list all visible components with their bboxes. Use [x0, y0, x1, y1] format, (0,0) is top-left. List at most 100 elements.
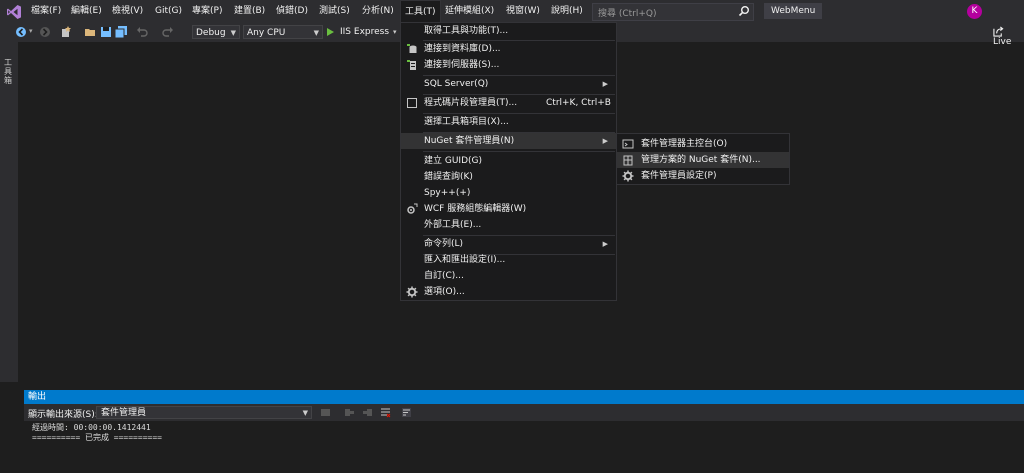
menu-item-error-lookup[interactable]: 錯誤查詢(K)	[401, 169, 616, 185]
live-share-button[interactable]: Live	[993, 26, 1024, 47]
menu-item-label: Spy++(+)	[424, 188, 471, 198]
live-share-icon	[993, 26, 1004, 37]
play-icon	[327, 27, 334, 36]
menu-analyze[interactable]: 分析(N)	[358, 0, 398, 23]
search-icon[interactable]	[738, 5, 750, 17]
save-all-icon[interactable]	[115, 26, 127, 38]
submenu-arrow-icon: ▶	[602, 137, 608, 145]
menu-item-label: 套件管理員設定(P)	[641, 171, 717, 181]
menu-item-customize[interactable]: 自訂(C)...	[401, 268, 616, 284]
menu-item-options[interactable]: 選項(O)...	[401, 284, 616, 300]
submenu-arrow-icon: ▶	[602, 240, 608, 248]
menu-item-label: 套件管理器主控台(O)	[641, 139, 728, 149]
menu-item-create-guid[interactable]: 建立 GUID(G)	[401, 153, 616, 169]
chevron-down-icon: ▼	[302, 409, 308, 417]
submenu-item-package-console[interactable]: 套件管理器主控台(O)	[617, 136, 789, 152]
solution-name: WebMenu	[764, 3, 823, 19]
menu-item-import-export[interactable]: 匯入和匯出設定(I)...	[401, 252, 616, 268]
save-icon[interactable]	[100, 26, 112, 38]
menu-item-label: 取得工具與功能(T)...	[424, 26, 509, 36]
menu-item-connect-database[interactable]: 連接到資料庫(D)...	[401, 41, 616, 57]
chevron-down-icon: ▼	[313, 29, 319, 37]
chevron-down-icon[interactable]: ▾	[393, 28, 397, 36]
search-box[interactable]: 搜尋 (Ctrl+Q)	[592, 3, 754, 21]
toolbox-tab-label: 工具箱	[4, 58, 12, 85]
forward-icon[interactable]	[39, 26, 51, 38]
toolbox-side-tab[interactable]: 工具箱	[0, 42, 18, 382]
output-source-value: 套件管理員	[101, 408, 147, 418]
back-icon[interactable]	[15, 26, 27, 38]
menu-item-spy[interactable]: Spy++(+)	[401, 185, 616, 201]
menu-debug[interactable]: 偵錯(D)	[272, 0, 312, 23]
output-panel-title[interactable]: 輸出	[24, 390, 1024, 404]
output-toolbar: 顯示輸出來源(S): 套件管理員 ▼	[24, 404, 1024, 421]
menu-test[interactable]: 測試(S)	[315, 0, 354, 23]
menu-window[interactable]: 視窗(W)	[502, 0, 544, 23]
menu-item-label: 管理方案的 NuGet 套件(N)...	[641, 155, 761, 165]
submenu-arrow-icon: ▶	[602, 80, 608, 88]
menu-build[interactable]: 建置(B)	[230, 0, 269, 23]
menu-git[interactable]: Git(G)	[151, 0, 186, 23]
menu-item-shortcut: Ctrl+K, Ctrl+B	[546, 98, 611, 108]
clear-all-icon[interactable]	[380, 407, 391, 418]
menu-item-label: 匯入和匯出設定(I)...	[424, 255, 506, 265]
menu-tools[interactable]: 工具(T)	[400, 0, 441, 23]
search-placeholder: 搜尋 (Ctrl+Q)	[598, 9, 657, 19]
menu-item-command-line[interactable]: 命令列(L) ▶	[401, 236, 616, 252]
wcf-config-icon	[407, 203, 418, 214]
menu-item-label: 選項(O)...	[424, 287, 465, 297]
menu-item-external-tools[interactable]: 外部工具(E)...	[401, 217, 616, 233]
find-message-icon[interactable]	[320, 407, 331, 418]
platform-value: Any CPU	[247, 28, 286, 38]
menu-item-code-snippets[interactable]: 程式碼片段管理員(T)... Ctrl+K, Ctrl+B	[401, 95, 616, 111]
output-line: ========== 已完成 ==========	[32, 433, 162, 442]
menu-extensions[interactable]: 延伸模組(X)	[441, 0, 498, 23]
console-icon	[622, 139, 634, 149]
gear-icon	[622, 170, 634, 182]
configuration-select[interactable]: Debug ▼	[192, 25, 240, 39]
open-folder-icon[interactable]	[84, 26, 96, 38]
output-text: 經過時間: 00:00:00.1412441 ========== 已完成 ===…	[32, 423, 162, 443]
submenu-item-package-settings[interactable]: 套件管理員設定(P)	[617, 168, 789, 184]
run-target-label: IIS Express	[340, 27, 390, 37]
next-message-icon[interactable]	[362, 407, 373, 418]
menu-item-label: 選擇工具箱項目(X)...	[424, 117, 509, 127]
menu-item-label: 建立 GUID(G)	[424, 156, 483, 166]
menu-separator	[423, 151, 615, 152]
platform-select[interactable]: Any CPU ▼	[243, 25, 323, 39]
menu-item-label: SQL Server(Q)	[424, 79, 489, 89]
menu-item-nuget[interactable]: NuGet 套件管理員(N) ▶	[401, 133, 616, 149]
menu-item-label: WCF 服務組態編輯器(W)	[424, 204, 527, 214]
menu-file[interactable]: 檔案(F)	[27, 0, 65, 23]
menu-item-connect-server[interactable]: 連接到伺服器(S)...	[401, 57, 616, 73]
submenu-item-manage-nuget[interactable]: 管理方案的 NuGet 套件(N)...	[617, 152, 789, 168]
menu-item-label: 連接到伺服器(S)...	[424, 60, 500, 70]
menu-item-label: 程式碼片段管理員(T)...	[424, 98, 518, 108]
nuget-package-icon	[623, 155, 633, 166]
menu-view[interactable]: 檢視(V)	[108, 0, 147, 23]
menu-item-sql-server[interactable]: SQL Server(Q) ▶	[401, 76, 616, 92]
gear-icon	[406, 286, 418, 298]
redo-icon[interactable]	[162, 26, 174, 38]
menu-item-label: 錯誤查詢(K)	[424, 172, 473, 182]
output-source-select[interactable]: 套件管理員 ▼	[96, 406, 312, 419]
chevron-down-icon: ▼	[230, 29, 236, 37]
menu-item-label: 自訂(C)...	[424, 271, 464, 281]
undo-icon[interactable]	[136, 26, 148, 38]
menu-item-get-tools[interactable]: 取得工具與功能(T)...	[401, 23, 616, 39]
menu-item-label: 外部工具(E)...	[424, 220, 482, 230]
server-connect-icon	[407, 60, 416, 70]
output-panel: 輸出 顯示輸出來源(S): 套件管理員 ▼ 經過時間: 00:00:00.141…	[24, 390, 1024, 473]
visual-studio-logo-icon[interactable]	[6, 4, 22, 20]
menu-item-wcf-editor[interactable]: WCF 服務組態編輯器(W)	[401, 201, 616, 217]
new-project-icon[interactable]	[60, 26, 72, 38]
avatar[interactable]: K	[967, 4, 982, 19]
menu-item-label: 連接到資料庫(D)...	[424, 44, 501, 54]
previous-message-icon[interactable]	[344, 407, 355, 418]
run-button[interactable]: IIS Express ▾	[327, 25, 397, 39]
menu-help[interactable]: 說明(H)	[547, 0, 587, 23]
menu-edit[interactable]: 編輯(E)	[67, 0, 106, 23]
menu-project[interactable]: 專案(P)	[188, 0, 226, 23]
word-wrap-icon[interactable]	[401, 407, 412, 418]
menu-item-choose-toolbox[interactable]: 選擇工具箱項目(X)...	[401, 114, 616, 130]
